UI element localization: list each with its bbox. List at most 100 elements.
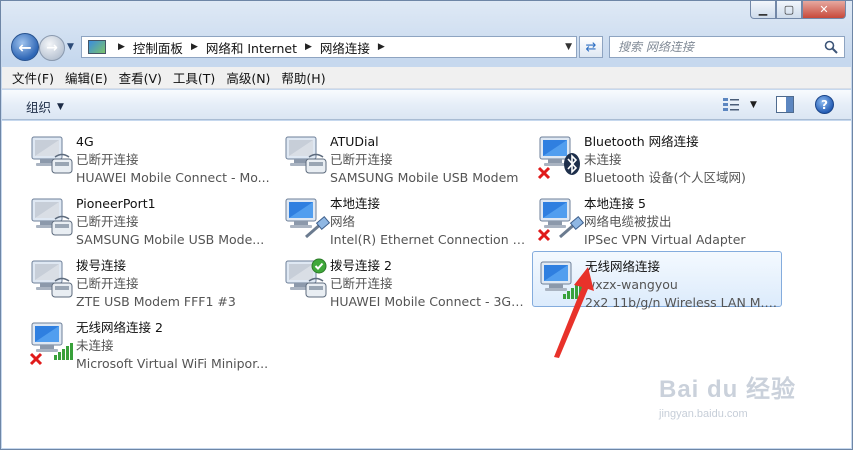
bluetooth-connection-icon [536, 133, 586, 183]
connection-item[interactable]: Bluetooth 网络连接 未连接 Bluetooth 设备(个人区域网) [532, 127, 782, 185]
maximize-button[interactable]: ▢ [776, 1, 802, 19]
control-panel-icon [88, 40, 106, 54]
connection-device: ZTE USB Modem FFF1 #3 [76, 294, 236, 309]
explorer-window: ▁ ▢ ✕ ← → ▼ ▶ 控制面板 ▶ 网络和 Internet ▶ 网络连接… [0, 0, 853, 450]
connection-name: 无线网络连接 2 [76, 320, 163, 335]
ethernet-connection-icon [536, 195, 586, 245]
ethernet-connection-icon [282, 195, 332, 245]
search-icon[interactable] [824, 40, 838, 54]
view-dropdown-icon[interactable]: ▼ [750, 100, 757, 110]
connection-details: Bluetooth 网络连接 未连接 Bluetooth 设备(个人区域网) [584, 133, 780, 187]
organize-label: 组织 [26, 100, 52, 115]
caption-buttons: ▁ ▢ ✕ [750, 1, 846, 19]
breadcrumb-separator-icon[interactable]: ▶ [378, 42, 385, 52]
breadcrumb-network-connections[interactable]: 网络连接 [320, 38, 370, 57]
connection-item[interactable]: PioneerPort1 已断开连接 SAMSUNG Mobile USB Mode… [24, 189, 274, 247]
close-button[interactable]: ✕ [802, 1, 846, 19]
breadcrumb-separator-icon[interactable]: ▶ [118, 42, 125, 52]
connection-status: 已断开连接 [330, 152, 393, 167]
modem-connection-icon [282, 133, 332, 183]
forward-button[interactable]: → [39, 35, 65, 61]
connection-status: 未连接 [584, 152, 622, 167]
watermark-url: jingyan.baidu.com [659, 408, 748, 420]
connection-status: wxzx-wangyou [585, 277, 678, 292]
navigation-bar: ← → ▼ ▶ 控制面板 ▶ 网络和 Internet ▶ 网络连接 ▶ ▼ ⇄ [9, 33, 845, 61]
command-bar: 组织 ▼ ▼ ? [2, 90, 851, 120]
connection-item[interactable]: 本地连接 5 网络电缆被拔出 IPSec VPN Virtual Adapter [532, 189, 782, 247]
watermark: Bai du 经验 jingyan.baidu.com [659, 369, 796, 420]
wifi-connection-icon [28, 319, 78, 369]
connection-item[interactable]: 4G 已断开连接 HUAWEI Mobile Connect - Mo... [24, 127, 274, 185]
address-bar[interactable]: ▶ 控制面板 ▶ 网络和 Internet ▶ 网络连接 ▶ ▼ [81, 36, 577, 58]
chevron-down-icon: ▼ [57, 101, 64, 112]
connection-item[interactable]: 拨号连接已断开连接 ZTE USB Modem FFF1 #3 [24, 251, 274, 309]
connection-details: 本地连接 5 网络电缆被拔出 IPSec VPN Virtual Adapter [584, 195, 780, 249]
connection-name: 本地连接 [330, 196, 381, 211]
menu-bar: 文件(F) 编辑(E) 查看(V) 工具(T) 高级(N) 帮助(H) [2, 67, 851, 89]
menu-advanced[interactable]: 高级(N) [226, 68, 270, 87]
connection-device: 2x2 11b/g/n Wireless LAN M.2... [585, 295, 779, 310]
search-box[interactable] [609, 36, 845, 58]
connection-name: 4G [76, 134, 94, 149]
connection-device: SAMSUNG Mobile USB Modem [330, 170, 519, 185]
connection-status: 已断开连接 [76, 276, 139, 291]
connection-name: 拨号连接 [76, 258, 127, 273]
connection-device: Intel(R) Ethernet Connection I2... [330, 232, 526, 247]
organize-button[interactable]: 组织 ▼ [26, 97, 64, 116]
connection-device: Microsoft Virtual WiFi Minipor... [76, 356, 269, 371]
menu-view[interactable]: 查看(V) [119, 68, 162, 87]
connection-item[interactable]: 无线网络连接 2 未连接 Microsoft Virtual WiFi Minipo… [24, 313, 274, 371]
breadcrumb-separator-icon[interactable]: ▶ [305, 42, 312, 52]
connection-details: 4G 已断开连接 HUAWEI Mobile Connect - Mo... [76, 133, 272, 187]
connection-details: 拨号连接 2 已断开连接 HUAWEI Mobile Connect - 3G ..… [330, 257, 526, 311]
connection-name: 拨号连接 2 [330, 258, 392, 273]
connection-device: HUAWEI Mobile Connect - Mo... [76, 170, 270, 185]
connection-device: IPSec VPN Virtual Adapter [584, 232, 746, 247]
annotation-arrow-icon [554, 267, 594, 358]
connection-name: ATUDial [330, 134, 379, 149]
breadcrumb-control-panel[interactable]: 控制面板 [133, 38, 183, 57]
connection-device: SAMSUNG Mobile USB Mode... [76, 232, 265, 247]
connection-status: 已断开连接 [76, 214, 139, 229]
connection-status: 已断开连接 [330, 276, 393, 291]
connection-details: ATUDial 已断开连接 SAMSUNG Mobile USB Modem [330, 133, 526, 187]
connection-name: PioneerPort1 [76, 196, 156, 211]
connection-name: 无线网络连接 [585, 259, 661, 274]
menu-file[interactable]: 文件(F) [12, 68, 54, 87]
connection-details: PioneerPort1 已断开连接 SAMSUNG Mobile USB Mode… [76, 195, 272, 249]
connection-item[interactable]: ATUDial 已断开连接 SAMSUNG Mobile USB Modem [278, 127, 528, 185]
connection-status: 未连接 [76, 338, 114, 353]
search-input[interactable] [618, 40, 818, 54]
address-history-dropdown-icon[interactable]: ▼ [565, 42, 572, 52]
connection-item[interactable]: 本地连接网络 Intel(R) Ethernet Connection I2... [278, 189, 528, 247]
modem-connection-icon [28, 257, 78, 307]
modem-connection-icon [28, 133, 78, 183]
recent-pages-dropdown-icon[interactable]: ▼ [67, 42, 74, 52]
preview-pane-button[interactable] [776, 96, 794, 113]
breadcrumb-separator-icon[interactable]: ▶ [191, 42, 198, 52]
back-button[interactable]: ← [11, 33, 39, 61]
refresh-button[interactable]: ⇄ [579, 36, 603, 58]
connection-status: 已断开连接 [76, 152, 139, 167]
connection-device: Bluetooth 设备(个人区域网) [584, 170, 746, 185]
menu-tools[interactable]: 工具(T) [173, 68, 215, 87]
modem-connection-icon [28, 195, 78, 245]
view-options-icon [723, 98, 739, 111]
menu-edit[interactable]: 编辑(E) [65, 68, 108, 87]
connection-details: 无线网络连接 wxzx-wangyou 2x2 11b/g/n Wireless L… [585, 258, 779, 312]
connection-device: HUAWEI Mobile Connect - 3G ... [330, 294, 526, 309]
connection-details: 无线网络连接 2 未连接 Microsoft Virtual WiFi Minipo… [76, 319, 272, 373]
menu-help[interactable]: 帮助(H) [281, 68, 325, 87]
connection-details: 拨号连接已断开连接 ZTE USB Modem FFF1 #3 [76, 257, 272, 311]
connection-name: 本地连接 5 [584, 196, 646, 211]
change-view-button[interactable]: ▼ [722, 96, 758, 114]
watermark-logo: Bai du 经验 [659, 376, 797, 403]
help-button[interactable]: ? [815, 95, 834, 114]
modem-connection-icon [282, 257, 332, 307]
minimize-button[interactable]: ▁ [750, 1, 776, 19]
connection-item[interactable]: 拨号连接 2 已断开连接 HUAWEI Mobile Connect - 3G ..… [278, 251, 528, 309]
connection-details: 本地连接网络 Intel(R) Ethernet Connection I2... [330, 195, 526, 249]
connection-status: 网络 [330, 214, 356, 229]
connection-status: 网络电缆被拔出 [584, 214, 672, 229]
breadcrumb-network-internet[interactable]: 网络和 Internet [206, 38, 297, 57]
